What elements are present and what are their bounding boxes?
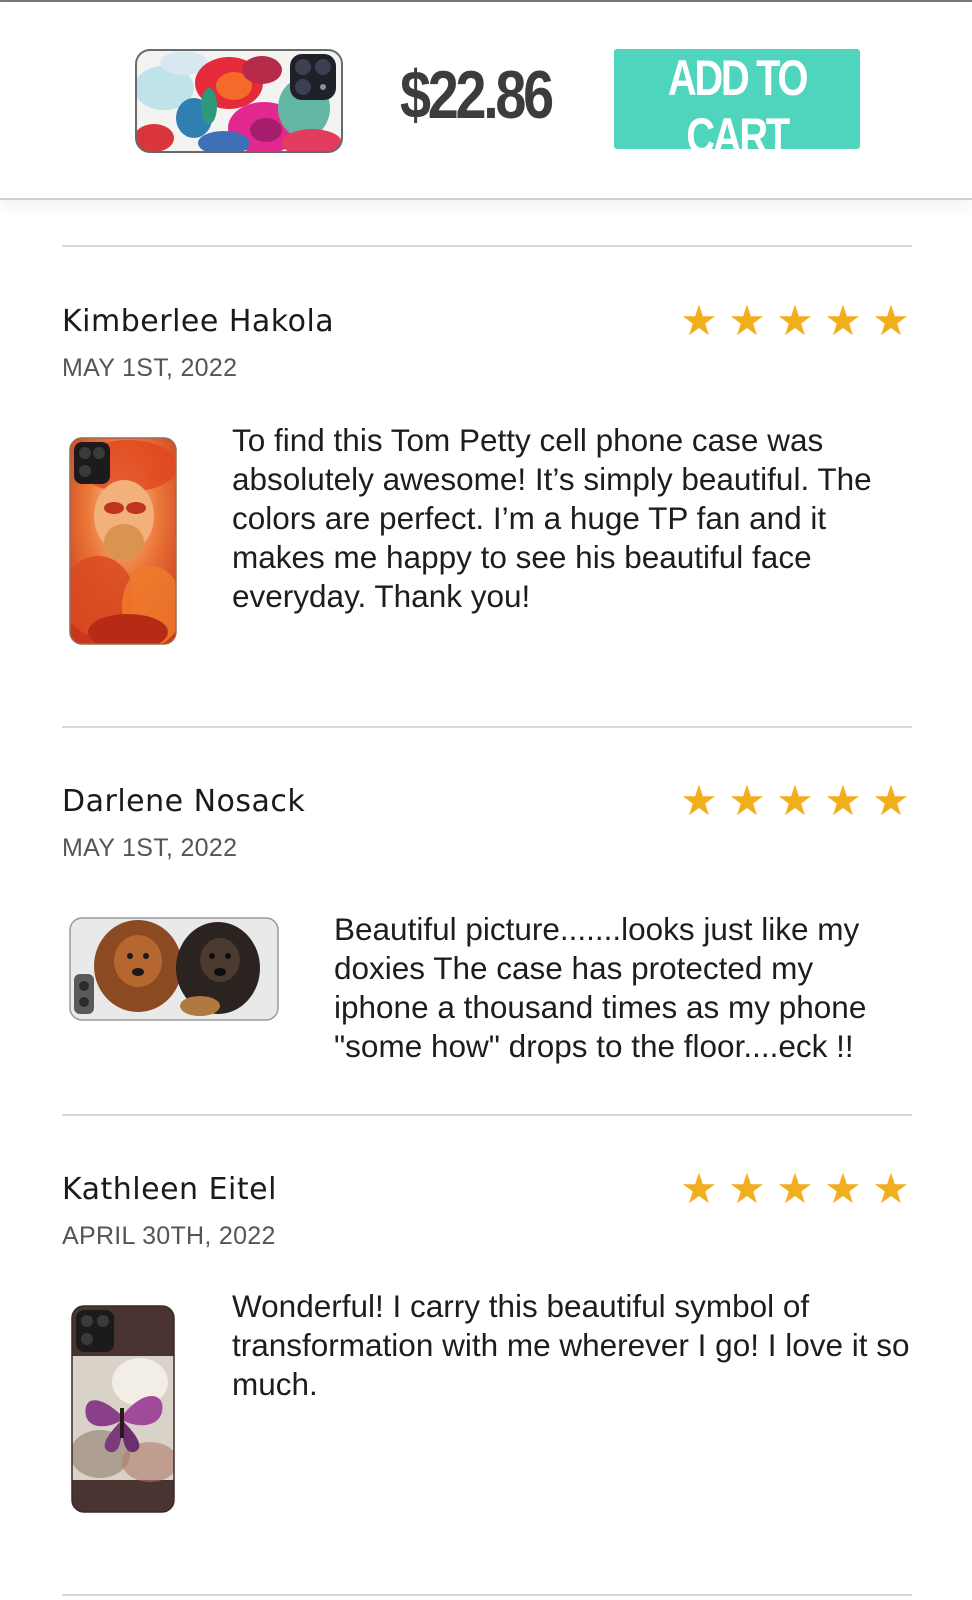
product-price: $22.86 [400,57,554,133]
review-product-image[interactable] [70,1304,176,1519]
review-date: MAY 1ST, 2022 [62,834,238,862]
portrait-phone-case-image [69,437,177,645]
dachshund-phone-case-image [69,917,279,1021]
star-rating: ★ ★ ★ ★ ★ [678,300,912,342]
review-text: Wonderful! I carry this beautiful symbol… [232,1288,910,1402]
review-divider [62,245,912,247]
star-rating: ★ ★ ★ ★ ★ [678,1168,912,1210]
star-icon: ★ [872,777,910,824]
star-icon: ★ [872,297,910,344]
star-rating: ★ ★ ★ ★ ★ [678,780,912,822]
star-icon: ★ [824,297,862,344]
star-icon: ★ [680,777,718,824]
star-icon: ★ [728,1165,766,1212]
star-icon: ★ [728,297,766,344]
butterfly-phone-case-image [71,1305,175,1513]
review-text: To find this Tom Petty cell phone case w… [232,422,872,614]
review-text: Beautiful picture.......looks just like … [334,911,867,1064]
review-item: Kimberlee Hakola ★ ★ ★ ★ ★ MAY 1ST, 2022 [62,300,912,645]
star-icon: ★ [824,1165,862,1212]
add-to-cart-label: ADD TO CART [667,50,809,164]
floral-phone-case-image [135,49,343,153]
star-icon: ★ [824,777,862,824]
product-thumbnail[interactable] [134,48,344,154]
review-divider [62,726,912,728]
reviewer-name: Kimberlee Hakola [62,304,335,339]
review-date: MAY 1ST, 2022 [62,354,238,382]
star-icon: ★ [680,297,718,344]
sticky-purchase-bar: $22.86 ADD TO CART [0,2,972,200]
review-item: Kathleen Eitel ★ ★ ★ ★ ★ APRIL 30TH, 202… [62,1168,912,1513]
review-product-image[interactable] [68,436,178,651]
review-product-image[interactable] [68,916,280,1027]
review-divider [62,1594,912,1596]
reviewer-name: Kathleen Eitel [62,1172,277,1207]
reviewer-name: Darlene Nosack [62,784,306,819]
review-date: APRIL 30TH, 2022 [62,1222,276,1250]
review-item: Darlene Nosack ★ ★ ★ ★ ★ MAY 1ST, 2022 B… [62,780,912,1084]
add-to-cart-button[interactable]: ADD TO CART [614,49,860,164]
star-icon: ★ [872,1165,910,1212]
star-icon: ★ [728,777,766,824]
review-divider [62,1114,912,1116]
star-icon: ★ [776,297,814,344]
star-icon: ★ [776,1165,814,1212]
star-icon: ★ [680,1165,718,1212]
star-icon: ★ [776,777,814,824]
